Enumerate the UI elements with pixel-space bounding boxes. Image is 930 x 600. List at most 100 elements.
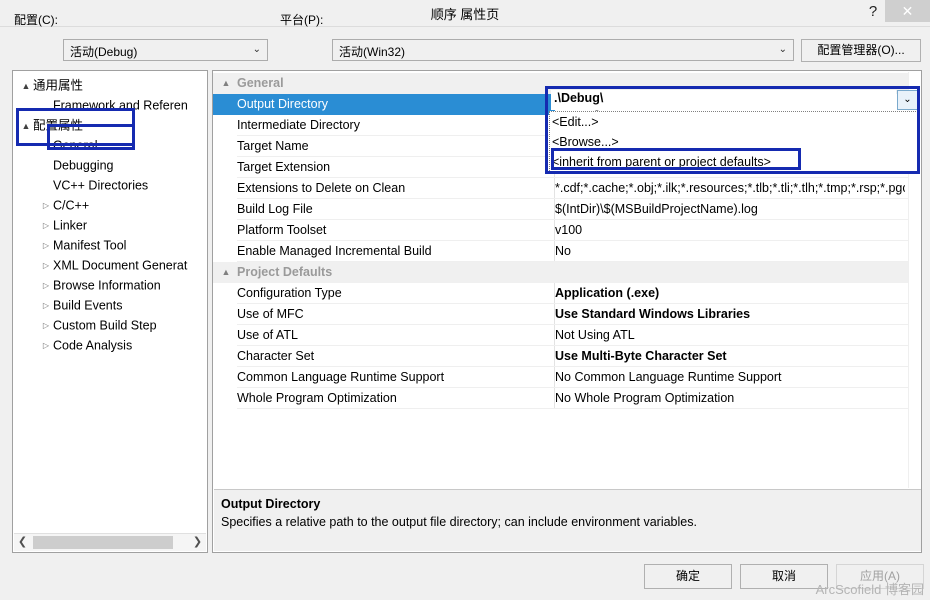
close-icon[interactable]: ✕ [885,0,930,22]
grid-row[interactable]: Extensions to Delete on Clean *.cdf;*.cac… [213,178,910,199]
grid-row-name: Project Defaults [237,265,333,279]
grid-row-name: Enable Managed Incremental Build [237,244,432,258]
tree-item-debugging[interactable]: Debugging [39,155,113,175]
grid-row-name: Target Name [237,139,309,153]
title-bar: 顺序 属性页 ? ✕ [0,0,930,26]
dropdown-option[interactable]: <Browse...> [552,133,917,153]
tree-item-label: Browse Information [53,278,161,293]
configuration-manager-button[interactable]: 配置管理器(O)... [801,39,921,62]
expander-closed-icon[interactable]: ▷ [39,236,53,256]
grid-row-value[interactable]: No Whole Program Optimization [555,388,905,409]
grid-row-name: Target Extension [237,160,331,174]
grid-row-value[interactable]: *.cdf;*.cache;*.obj;*.ilk;*.resources;*.… [555,178,905,199]
grid-row[interactable]: Use of ATL Not Using ATL [213,325,910,346]
expander-closed-icon[interactable]: ▷ [39,216,53,236]
grid-row-name: Intermediate Directory [237,118,360,132]
grid-row-name: Output Directory [213,94,555,115]
grid-row[interactable]: Build Log File $(IntDir)\$(MSBuildProject… [213,199,910,220]
tree-item-browse-information[interactable]: ▷ Browse Information [39,275,161,295]
expander-closed-icon[interactable]: ▷ [39,336,53,356]
grid-row-value[interactable]: Use Standard Windows Libraries [555,304,905,325]
editor-dropdown-list[interactable]: <Edit...> <Browse...> <inherit from parent… [549,111,918,173]
dropdown-option[interactable]: <inherit from parent or project defaults… [552,153,917,173]
grid-row[interactable]: Character Set Use Multi-Byte Character Se… [213,346,910,367]
grid-category-row[interactable]: ▲ Project Defaults [213,262,910,283]
grid-row-value[interactable]: v100 [555,220,905,241]
tree-item-label: Code Analysis [53,338,133,353]
tree-item-label: Framework and Referen [53,98,188,113]
grid-row[interactable]: Use of MFC Use Standard Windows Libraries [213,304,910,325]
expander-closed-icon[interactable]: ▷ [39,316,53,336]
scroll-right-icon[interactable]: ❯ [189,534,206,551]
tree-item-label: Debugging [53,158,114,173]
tree-item-vc-directories[interactable]: VC++ Directories [39,175,148,195]
expander-closed-icon[interactable]: ▷ [39,276,53,296]
scrollbar-thumb[interactable] [33,536,173,549]
chevron-down-icon: ⌄ [252,44,261,55]
grid-row-name: Use of MFC [237,307,304,321]
configuration-select-value: 活动(Debug) [70,45,138,59]
grid-row-name: Whole Program Optimization [237,391,397,405]
grid-row-name: Character Set [237,349,315,363]
description-pane: Output Directory Specifies a relative pa… [214,489,921,551]
grid-row-value[interactable]: Use Multi-Byte Character Set [555,346,905,367]
tree-item-label: Custom Build Step [53,318,157,333]
grid-row-name: Build Log File [237,202,313,216]
tree-item-label: 通用属性 [33,78,84,93]
grid-row[interactable]: Platform Toolset v100 [213,220,910,241]
grid-row-value[interactable]: No [555,241,905,262]
grid-row-value[interactable]: $(IntDir)\$(MSBuildProjectName).log [555,199,905,220]
tree-item-c-c[interactable]: ▷ C/C++ [39,195,89,215]
tree-item-label: VC++ Directories [53,178,149,193]
tree-item-xml-document-generat[interactable]: ▷ XML Document Generat [39,255,187,275]
expander-closed-icon[interactable]: ▷ [39,296,53,316]
scroll-left-icon[interactable]: ❮ [14,534,31,551]
expander-open-icon[interactable]: ▲ [220,262,232,283]
description-text: Specifies a relative path to the output … [221,515,697,529]
platform-label: 平台(P): [280,13,324,27]
grid-row-name: Use of ATL [237,328,298,342]
platform-select[interactable]: 活动(Win32) ⌄ [332,39,794,61]
grid-row-name: Extensions to Delete on Clean [237,181,406,195]
grid-row-value[interactable]: No Common Language Runtime Support [555,367,905,388]
expander-open-icon[interactable]: ▲ [19,116,33,136]
help-icon[interactable]: ? [860,1,886,23]
expander-open-icon[interactable]: ▲ [19,76,33,96]
configuration-select[interactable]: 活动(Debug) ⌄ [63,39,268,61]
ok-button[interactable]: 确定 [644,564,732,589]
tree-item-framework-and-referen[interactable]: Framework and Referen [39,95,188,115]
configuration-label: 配置(C): [14,13,58,27]
tree-item-label: General [53,138,98,153]
expander-closed-icon[interactable]: ▷ [39,196,53,216]
tree-item-label: C/C++ [53,198,90,213]
grid-row[interactable]: Enable Managed Incremental Build No [213,241,910,262]
tree-item-manifest-tool[interactable]: ▷ Manifest Tool [39,235,127,256]
tree-item-label: Linker [53,218,88,233]
dropdown-option[interactable]: <Edit...> [552,113,917,133]
chevron-down-icon: ⌄ [778,44,787,55]
property-tree[interactable]: ▲ 通用属性 Framework and Referen ▲ 配置属性 General De… [13,71,192,533]
tree-item-general[interactable]: General [39,135,97,155]
tree-item-[interactable]: ▲ 通用属性 [19,75,83,95]
tree-item-label: Manifest Tool [53,238,127,253]
grid-row-name: General [237,76,284,90]
grid-row-value[interactable]: Not Using ATL [555,325,905,346]
grid-row[interactable]: Whole Program Optimization No Whole Progr… [213,388,910,409]
tree-item-custom-build-step[interactable]: ▷ Custom Build Step [39,315,157,335]
tree-item-label: 配置属性 [33,118,84,133]
grid-row-value[interactable]: Application (.exe) [555,283,905,304]
tree-item-code-analysis[interactable]: ▷ Code Analysis [39,335,132,355]
platform-select-value: 活动(Win32) [339,45,406,59]
output-directory-editor[interactable]: .\Debug\ [551,90,896,110]
editor-dropdown-button[interactable]: ⌄ [897,90,918,110]
tree-item-build-events[interactable]: ▷ Build Events [39,295,123,316]
tree-horizontal-scrollbar[interactable]: ❮ ❯ [14,533,206,551]
tree-item-[interactable]: ▲ 配置属性 [19,115,83,135]
grid-row[interactable]: Configuration Type Application (.exe) [213,283,910,304]
tree-item-label: XML Document Generat [53,258,188,273]
output-directory-editor-value: .\Debug\ [554,91,604,105]
expander-open-icon[interactable]: ▲ [220,73,232,94]
expander-closed-icon[interactable]: ▷ [39,256,53,276]
grid-row[interactable]: Common Language Runtime Support No Common… [213,367,910,388]
tree-item-linker[interactable]: ▷ Linker [39,215,87,235]
